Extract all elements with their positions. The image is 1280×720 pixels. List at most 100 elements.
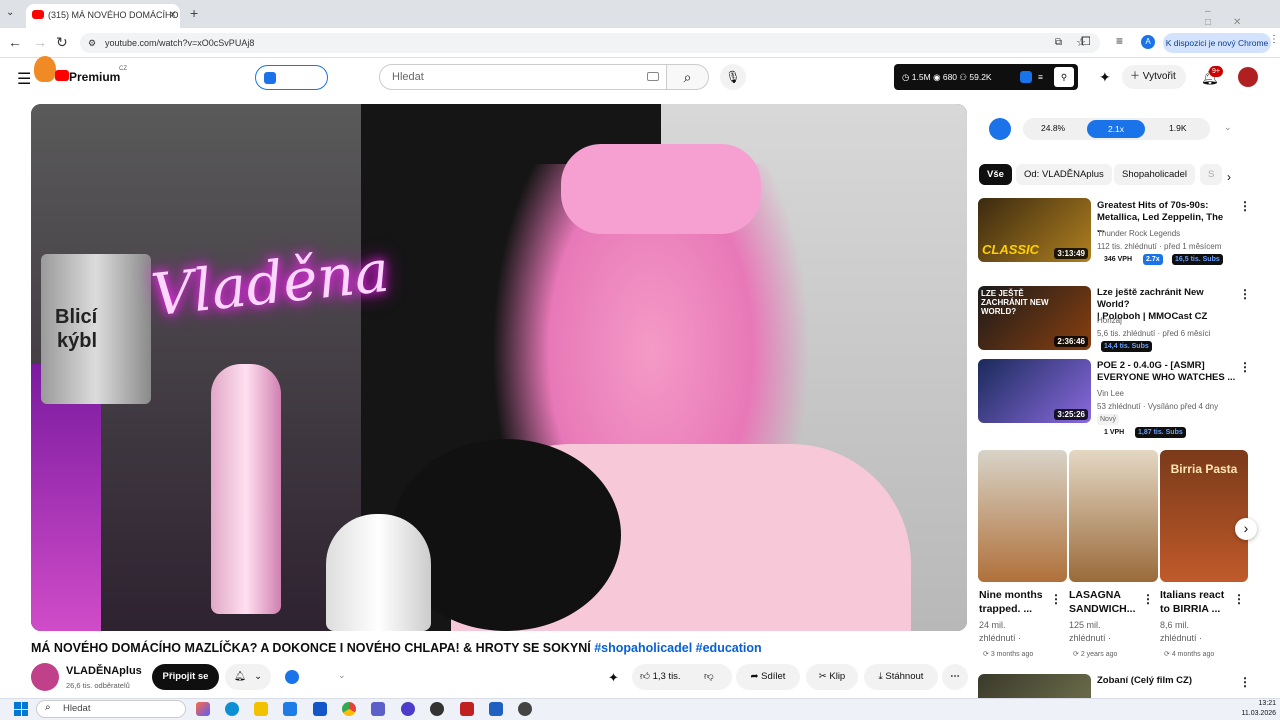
related-channel[interactable]: Honzaj: [1097, 315, 1122, 326]
related-channel[interactable]: Thunder Rock Legends: [1097, 228, 1180, 239]
short-thumbnail[interactable]: Birria Pasta: [1160, 450, 1248, 582]
list-icon[interactable]: ≡: [1038, 64, 1043, 90]
join-button[interactable]: Připojit se: [152, 664, 219, 690]
user-avatar[interactable]: [1238, 67, 1258, 87]
store-icon[interactable]: [283, 702, 297, 716]
chip-all[interactable]: Vše: [979, 164, 1012, 185]
related-thumbnail[interactable]: 3:25:26: [978, 359, 1091, 423]
voice-search-button[interactable]: 🎙: [720, 64, 746, 90]
more-vert-icon[interactable]: ⋮: [1239, 199, 1251, 213]
install-icon[interactable]: ⧉: [1055, 33, 1062, 53]
taskbar-search-input[interactable]: Hledat: [36, 700, 186, 718]
reload-icon[interactable]: ↻: [56, 34, 68, 51]
window-controls[interactable]: –□✕: [1205, 6, 1280, 28]
app-icon[interactable]: [489, 702, 503, 716]
chip-channel[interactable]: Od: VLADĚNAplus: [1016, 164, 1112, 185]
video-player[interactable]: Blicí kýbl Vladěna: [31, 104, 967, 631]
keyboard-icon[interactable]: [647, 72, 659, 81]
address-bar[interactable]: ⚙ youtube.com/watch?v=xO0cSvPUAj8 ⧉ ☆: [80, 33, 1100, 53]
guide-menu-icon[interactable]: ☰: [17, 69, 31, 89]
teams-icon[interactable]: [371, 702, 385, 716]
video-hashtags[interactable]: #shopaholicadel #education: [594, 641, 761, 655]
extension-icon[interactable]: ✦: [608, 670, 619, 686]
short-title[interactable]: LASAGNA SANDWICH...: [1069, 588, 1136, 616]
file-explorer-icon[interactable]: [254, 702, 268, 716]
short-thumbnail[interactable]: [1069, 450, 1158, 582]
site-info-icon[interactable]: ⚙: [88, 33, 96, 53]
iq-badge-icon[interactable]: [285, 670, 299, 684]
more-actions-button[interactable]: ⋯: [942, 664, 968, 690]
related-thumbnail[interactable]: CLASSIC 3:13:49: [978, 198, 1091, 262]
search-button[interactable]: ⌕: [667, 64, 709, 90]
related-channel[interactable]: Vin Lee: [1097, 388, 1124, 399]
app-icon[interactable]: [460, 702, 474, 716]
download-button[interactable]: ⤓ Stáhnout: [864, 664, 938, 690]
back-icon[interactable]: ←: [8, 34, 22, 50]
mail-icon[interactable]: [313, 702, 327, 716]
app-icon[interactable]: [518, 702, 532, 716]
shorts-next-button[interactable]: ›: [1235, 518, 1257, 540]
related-title[interactable]: POE 2 - 0.4.0G - [ASMR] EVERYONE WHO WATC…: [1097, 360, 1237, 384]
iq-metrics-bar: 24.8% 2.1x 1.9K: [1023, 118, 1210, 140]
share-button[interactable]: ➦ Sdílet: [736, 664, 800, 690]
youtube-logo-icon[interactable]: [55, 70, 69, 81]
clip-label: Klip: [829, 671, 846, 682]
search-input[interactable]: Hledat: [379, 64, 667, 90]
edge-icon[interactable]: [225, 702, 239, 716]
update-chrome-button[interactable]: K dispozici je nový Chrome: [1163, 33, 1271, 53]
browser-tab[interactable]: (315) MÁ NOVÉHO DOMÁCÍHO ×: [26, 4, 180, 28]
chrome-menu-icon[interactable]: ⋮: [1269, 34, 1279, 45]
short-title[interactable]: Italians react to BIRRIA ...: [1160, 588, 1224, 616]
windows-start-icon[interactable]: [14, 702, 28, 716]
channel-name[interactable]: VLADĚNAplus: [66, 665, 142, 677]
channel-avatar[interactable]: [31, 663, 59, 691]
system-clock[interactable]: 13:21 11.03.2026: [1236, 699, 1276, 719]
app-icon[interactable]: [401, 702, 415, 716]
filter-icon[interactable]: ⚲: [1054, 67, 1074, 87]
chrome-icon[interactable]: [342, 702, 356, 716]
video-title-text: MÁ NOVÉHO DOMÁCÍHO MAZLÍČKA? A DOKONCE I…: [31, 641, 591, 655]
related-thumbnail[interactable]: [978, 674, 1091, 698]
premium-label[interactable]: Premium: [69, 70, 120, 84]
related-thumbnail[interactable]: LZE JEŠTĚ ZACHRÁNIT NEW WORLD? 2:36:46: [978, 286, 1091, 350]
chevron-right-icon[interactable]: ›: [1227, 170, 1231, 184]
country-code: CZ: [119, 66, 127, 72]
new-tab-button[interactable]: +: [190, 5, 198, 21]
more-vert-icon[interactable]: ⋮: [1239, 287, 1251, 301]
more-vert-icon[interactable]: ⋮: [1050, 592, 1062, 606]
create-label: Vytvořit: [1142, 71, 1176, 82]
thumbs-down-icon[interactable]: 👎︎: [704, 664, 714, 690]
related-title[interactable]: Zobaní (Celý film CZ): [1097, 675, 1192, 687]
reading-list-icon[interactable]: ≡: [1116, 34, 1123, 48]
chevron-down-icon[interactable]: ⌄: [1224, 122, 1232, 133]
chip-shopaholicadel[interactable]: Shopaholicadel: [1114, 164, 1195, 185]
vph-badge: 1 VPH: [1104, 429, 1125, 436]
short-title[interactable]: Nine months trapped. ...: [979, 588, 1043, 616]
profile-avatar[interactable]: A: [1141, 35, 1155, 49]
short-thumbnail[interactable]: [978, 450, 1067, 582]
more-vert-icon[interactable]: ⋮: [1239, 675, 1251, 689]
extension-icon[interactable]: ✦: [1099, 69, 1111, 86]
chevron-down-icon[interactable]: ⌄: [338, 670, 346, 681]
subscribe-bell-button[interactable]: 🔔︎ ⌄: [225, 664, 271, 690]
iq-icon[interactable]: [1020, 71, 1032, 83]
tab-search-icon[interactable]: ⌄: [6, 7, 14, 18]
extensions-icon[interactable]: ⧠: [1081, 34, 1091, 49]
forward-icon[interactable]: →: [33, 34, 47, 50]
new-badge: Nový: [1097, 414, 1119, 425]
tab-close-icon[interactable]: ×: [170, 4, 176, 26]
stats-widget[interactable]: ◷ 1.5M ◉ 680 ⚇ 59.2K ≡ ⚲: [894, 64, 1078, 90]
iq-toggle-button[interactable]: [255, 65, 328, 90]
clip-button[interactable]: ✂ Klip: [806, 664, 858, 690]
iq-logo-icon[interactable]: [989, 118, 1011, 140]
chip-more[interactable]: S: [1200, 164, 1222, 185]
thumbs-up-icon[interactable]: 👍︎: [640, 671, 653, 682]
more-vert-icon[interactable]: ⋮: [1239, 360, 1251, 374]
more-vert-icon[interactable]: ⋮: [1142, 592, 1154, 606]
copilot-icon[interactable]: [196, 702, 210, 716]
wordpad-icon[interactable]: [430, 702, 444, 716]
like-dislike-group[interactable]: 👍︎ 1,3 tis. 👎︎: [632, 664, 732, 690]
title-line-1: Greatest Hits of 70s-90s:: [1097, 200, 1209, 211]
create-button[interactable]: ＋ Vytvořit: [1122, 65, 1186, 89]
more-vert-icon[interactable]: ⋮: [1233, 592, 1245, 606]
